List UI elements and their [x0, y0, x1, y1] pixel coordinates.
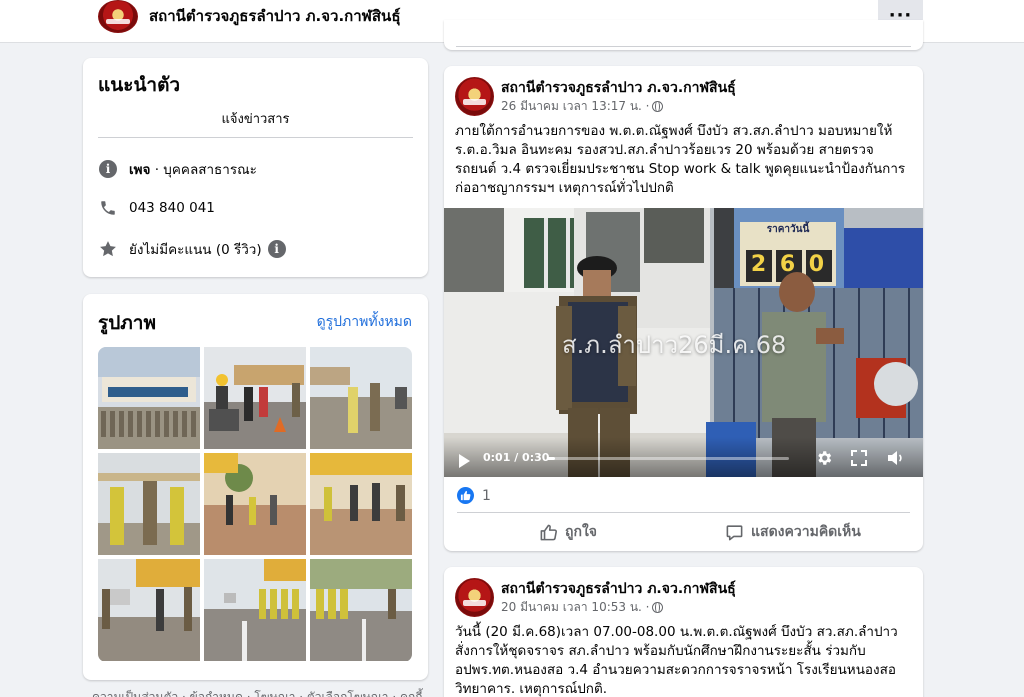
rating-info-icon[interactable]: i	[267, 240, 286, 258]
page-type-row: i เพจ · บุคคลสาธารณะ	[98, 158, 257, 180]
divider	[457, 512, 910, 513]
intro-subtitle: แจ้งข่าวสาร	[221, 112, 290, 127]
video-overlay-text: ส.ภ.ลำปาว26มี.ค.68	[562, 331, 787, 359]
divider	[456, 46, 911, 47]
price-digits: 2 6 0	[750, 252, 828, 277]
rating-row: ยังไม่มีคะแนน (0 รีวิว) i	[98, 238, 286, 260]
post-author-name[interactable]: สถานีตำรวจภูธรลำปาว ภ.จว.กาฬสินธุ์	[501, 578, 736, 600]
post-author-avatar[interactable]	[455, 578, 494, 617]
photo-thumbnail[interactable]	[310, 453, 412, 555]
post-meta: 26 มีนาคม เวลา 13:17 น. ·	[501, 97, 664, 116]
photo-grid	[98, 347, 412, 662]
photo-thumbnail[interactable]	[204, 347, 306, 449]
video-progress-bar[interactable]	[547, 457, 789, 460]
like-label: ถูกใจ	[565, 524, 597, 540]
post-author-name[interactable]: สถานีตำรวจภูธรลำปาว ภ.จว.กาฬสินธุ์	[501, 77, 736, 99]
comment-button[interactable]: แสดงความคิดเห็น	[725, 520, 861, 544]
see-all-photos-link[interactable]: ดูรูปภาพทั้งหมด	[317, 311, 412, 333]
feed-post: สถานีตำรวจภูธรลำปาว ภ.จว.กาฬสินธุ์ 26 มี…	[444, 66, 923, 551]
page-name[interactable]: สถานีตำรวจภูธรลำปาว ภ.จว.กาฬสินธุ์	[149, 4, 400, 28]
post-author-avatar[interactable]	[455, 77, 494, 116]
play-icon[interactable]	[459, 454, 470, 468]
photo-thumbnail[interactable]	[310, 559, 412, 661]
photo-thumbnail[interactable]	[98, 347, 200, 449]
info-icon: i	[98, 159, 118, 179]
video-progress-fill	[547, 457, 555, 460]
previous-post-bottom	[444, 20, 923, 50]
star-icon	[98, 239, 118, 259]
photo-thumbnail[interactable]	[204, 453, 306, 555]
divider	[98, 137, 413, 138]
page-type-label: เพจ · บุคคลสาธารณะ	[129, 162, 257, 178]
globe-icon	[652, 101, 664, 112]
intro-title: แนะนำตัว	[98, 74, 181, 96]
comment-icon	[726, 524, 743, 540]
photo-thumbnail[interactable]	[98, 453, 200, 555]
phone-row: 043 840 041	[98, 198, 215, 218]
photo-thumbnail[interactable]	[204, 559, 306, 661]
post-text: ภายใต้การอำนวยการของ พ.ต.ต.ณัฐพงศ์ บึงบั…	[455, 123, 906, 196]
left-footer-links[interactable]: ความเป็นส่วนตัว · ข้อกำหนด · โฆษณา · ตัว…	[92, 688, 423, 697]
video-time: 0:01 / 0:30	[483, 451, 550, 464]
post-date[interactable]: 26 มีนาคม เวลา 13:17 น. ·	[501, 97, 649, 116]
photos-title: รูปภาพ	[98, 312, 156, 334]
post-date[interactable]: 20 มีนาคม เวลา 10:53 น. ·	[501, 598, 649, 617]
post-meta: 20 มีนาคม เวลา 10:53 น. ·	[501, 598, 664, 617]
reaction-count: 1	[482, 487, 491, 504]
globe-icon	[652, 602, 664, 613]
like-button[interactable]: ถูกใจ	[539, 520, 597, 544]
comment-label: แสดงความคิดเห็น	[751, 524, 861, 540]
phone-icon	[98, 198, 118, 218]
rating-text: ยังไม่มีคะแนน (0 รีวิว)	[129, 242, 262, 258]
post-video[interactable]: ราคาวันนี้ 2 6 0 ส.ภ.ลำปาว26มี.ค.68 0:01…	[444, 208, 923, 477]
volume-icon[interactable]	[886, 448, 906, 468]
price-sign: ราคาวันนี้	[766, 224, 810, 235]
like-reaction-icon	[457, 487, 474, 504]
reaction-summary[interactable]: 1	[457, 487, 491, 504]
feed-post: สถานีตำรวจภูธรลำปาว ภ.จว.กาฬสินธุ์ 20 มี…	[444, 567, 923, 697]
phone-number[interactable]: 043 840 041	[129, 200, 215, 216]
thumbs-up-icon	[540, 524, 557, 540]
post-text: วันนี้ (20 มี.ค.68)เวลา 07.00-08.00 น.พ.…	[455, 624, 898, 697]
photos-card: รูปภาพ ดูรูปภาพทั้งหมด	[83, 294, 428, 680]
fullscreen-icon[interactable]	[849, 448, 869, 468]
photo-thumbnail[interactable]	[98, 559, 200, 661]
page-avatar[interactable]	[98, 0, 138, 33]
settings-gear-icon[interactable]	[814, 448, 834, 468]
photo-thumbnail[interactable]	[310, 347, 412, 449]
intro-card: แนะนำตัว แจ้งข่าวสาร i เพจ · บุคคลสาธารณ…	[83, 58, 428, 277]
